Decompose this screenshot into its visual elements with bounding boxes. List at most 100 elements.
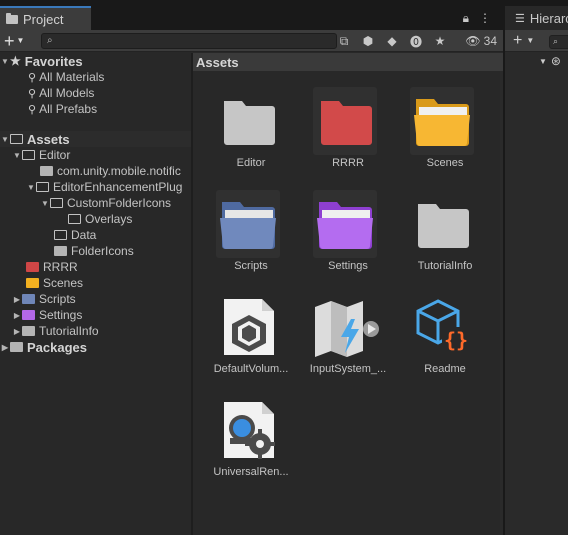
expand-arrow-icon[interactable]: ▼ xyxy=(0,135,10,144)
tree-com-unity[interactable]: com.unity.mobile.notific xyxy=(0,163,191,179)
tree-label: Scenes xyxy=(43,276,84,290)
folder-icon xyxy=(6,12,18,24)
tree-packages[interactable]: ▶ Packages xyxy=(0,339,191,355)
folder-purple-icon xyxy=(22,310,35,320)
tree-label: RRRR xyxy=(43,260,78,274)
add-icon[interactable]: + xyxy=(513,32,522,50)
asset-label: Readme xyxy=(424,363,466,375)
folder-red-icon xyxy=(313,87,377,155)
readme-icon: {} xyxy=(410,293,474,361)
tree-editor-enhancement[interactable]: ▼ EditorEnhancementPlug xyxy=(0,179,191,195)
search-icon: ⚲ xyxy=(28,71,37,84)
tree-label: Assets xyxy=(27,131,70,147)
search-input[interactable]: ⌕ xyxy=(41,33,337,49)
asset-label: Settings xyxy=(328,260,368,272)
volume-profile-icon xyxy=(216,293,280,361)
expand-arrow-icon[interactable]: ▼ xyxy=(539,57,547,66)
tree-settings[interactable]: ▶ Settings xyxy=(0,307,191,323)
folder-open-icon xyxy=(10,134,23,144)
tree-all-materials[interactable]: ⚲ All Materials xyxy=(0,69,191,85)
tree-scenes[interactable]: Scenes xyxy=(0,275,191,291)
asset-label: Scenes xyxy=(426,157,464,169)
search-by-type-icon[interactable]: ⧉ xyxy=(335,32,353,50)
tree-custom-folder-icons[interactable]: ▼ CustomFolderIcons xyxy=(0,195,191,211)
expand-arrow-icon[interactable]: ▼ xyxy=(26,183,36,192)
tree-label: Overlays xyxy=(85,212,133,226)
expand-arrow-icon[interactable]: ▼ xyxy=(40,199,50,208)
tab-hierarchy-label: Hierarc xyxy=(529,10,568,26)
asset-label: Editor xyxy=(236,157,266,169)
tree-label: Packages xyxy=(27,339,87,355)
asset-tile-input-system[interactable]: InputSystem_... xyxy=(292,279,388,379)
search-icon: ⚲ xyxy=(28,103,37,116)
favorite-star-icon[interactable]: ★ xyxy=(431,32,449,50)
tree-folder-icons[interactable]: FolderIcons xyxy=(0,243,191,259)
expand-arrow-icon[interactable]: ▶ xyxy=(12,295,22,304)
asset-tile-scripts[interactable]: Scripts xyxy=(195,176,291,276)
expand-arrow-icon[interactable]: ▶ xyxy=(12,327,22,336)
tree-data[interactable]: Data xyxy=(0,227,191,243)
folder-yellow-icon xyxy=(26,278,39,288)
warning-icon[interactable]: ⓿ xyxy=(407,32,425,50)
asset-tile-default-volume[interactable]: DefaultVolum... xyxy=(195,279,291,379)
more-icon[interactable]: ⋮ xyxy=(479,11,491,26)
tree-scripts[interactable]: ▶ Scripts xyxy=(0,291,191,307)
filter-by-type-icon[interactable]: ⬢ xyxy=(359,32,377,50)
grid-scrollbar[interactable] xyxy=(500,71,503,535)
svg-text:{}: {} xyxy=(444,328,468,352)
folder-blue-icon xyxy=(216,190,280,258)
tree-all-prefabs[interactable]: ⚲ All Prefabs xyxy=(0,101,191,117)
tree-assets[interactable]: ▼ Assets xyxy=(0,131,191,147)
count-value: 34 xyxy=(483,34,497,48)
asset-tile-settings[interactable]: Settings xyxy=(292,176,388,276)
asset-label: DefaultVolum... xyxy=(213,363,289,375)
tree-overlays[interactable]: Overlays xyxy=(0,211,191,227)
tab-hierarchy[interactable]: ☰ Hierarc xyxy=(505,6,568,30)
expand-arrow-icon[interactable]: ▶ xyxy=(12,311,22,320)
tree-favorites[interactable]: ▼ ★ Favorites xyxy=(0,53,191,69)
folder-icon xyxy=(10,342,23,352)
folder-icon xyxy=(54,246,67,256)
folder-empty-icon xyxy=(68,214,81,224)
expand-arrow-icon[interactable]: ▼ xyxy=(0,57,10,66)
tree-rrrr[interactable]: RRRR xyxy=(0,259,191,275)
add-label: + xyxy=(4,31,15,51)
asset-tile-scenes[interactable]: Scenes xyxy=(389,73,485,173)
project-window: + ▼ ⌕ ⧉ ⬢ ◆ ⓿ ★ 👁︎ 34 ▼ ★ Favorites ⚲ Al… xyxy=(0,30,503,535)
tree-editor[interactable]: ▼ Editor xyxy=(0,147,191,163)
folder-open-icon xyxy=(50,198,63,208)
tab-project[interactable]: Project xyxy=(0,6,91,30)
asset-label: TutorialInfo xyxy=(417,260,473,272)
expand-arrow-icon[interactable]: ▶ xyxy=(0,343,10,352)
folder-blue-icon xyxy=(22,294,35,304)
asset-tile-rrrr[interactable]: RRRR xyxy=(292,73,388,173)
tree-label: All Models xyxy=(39,86,95,100)
folder-yellow-icon xyxy=(410,87,474,155)
search-icon: ⌕ xyxy=(47,35,53,46)
grid-breadcrumb: Assets xyxy=(193,53,503,71)
asset-label: Scripts xyxy=(234,260,268,272)
asset-tile-editor[interactable]: Editor xyxy=(195,73,291,173)
tree-all-models[interactable]: ⚲ All Models xyxy=(0,85,191,101)
breadcrumb-assets[interactable]: Assets xyxy=(196,55,239,70)
filter-by-label-icon[interactable]: ◆ xyxy=(383,32,401,50)
hidden-packages-count[interactable]: 👁︎ 34 xyxy=(465,34,497,48)
tab-project-label: Project xyxy=(23,11,64,27)
unity-scene-icon: ⊛ xyxy=(550,54,561,68)
folder-icon xyxy=(40,166,53,176)
lock-icon[interactable]: 🔒︎ xyxy=(463,11,469,26)
chevron-down-icon[interactable]: ▼ xyxy=(526,36,534,45)
asset-tile-tutorialinfo[interactable]: TutorialInfo xyxy=(389,176,485,276)
hierarchy-search-input[interactable]: ⌕ xyxy=(549,35,568,49)
tree-label: EditorEnhancementPlug xyxy=(53,180,183,194)
list-icon: ☰ xyxy=(515,12,525,25)
expand-arrow-icon[interactable]: ▼ xyxy=(12,151,22,160)
asset-tile-universal-render[interactable]: UniversalRen... xyxy=(195,382,291,482)
folder-empty-icon xyxy=(54,230,67,240)
tree-label: All Prefabs xyxy=(39,102,98,116)
create-button[interactable]: + ▼ xyxy=(4,32,32,50)
tree-tutorialinfo[interactable]: ▶ TutorialInfo xyxy=(0,323,191,339)
asset-tile-readme[interactable]: {} Readme xyxy=(389,279,485,379)
chevron-down-icon: ▼ xyxy=(16,36,25,45)
hierarchy-scene-row[interactable]: ▼ ⊛ xyxy=(505,52,568,70)
